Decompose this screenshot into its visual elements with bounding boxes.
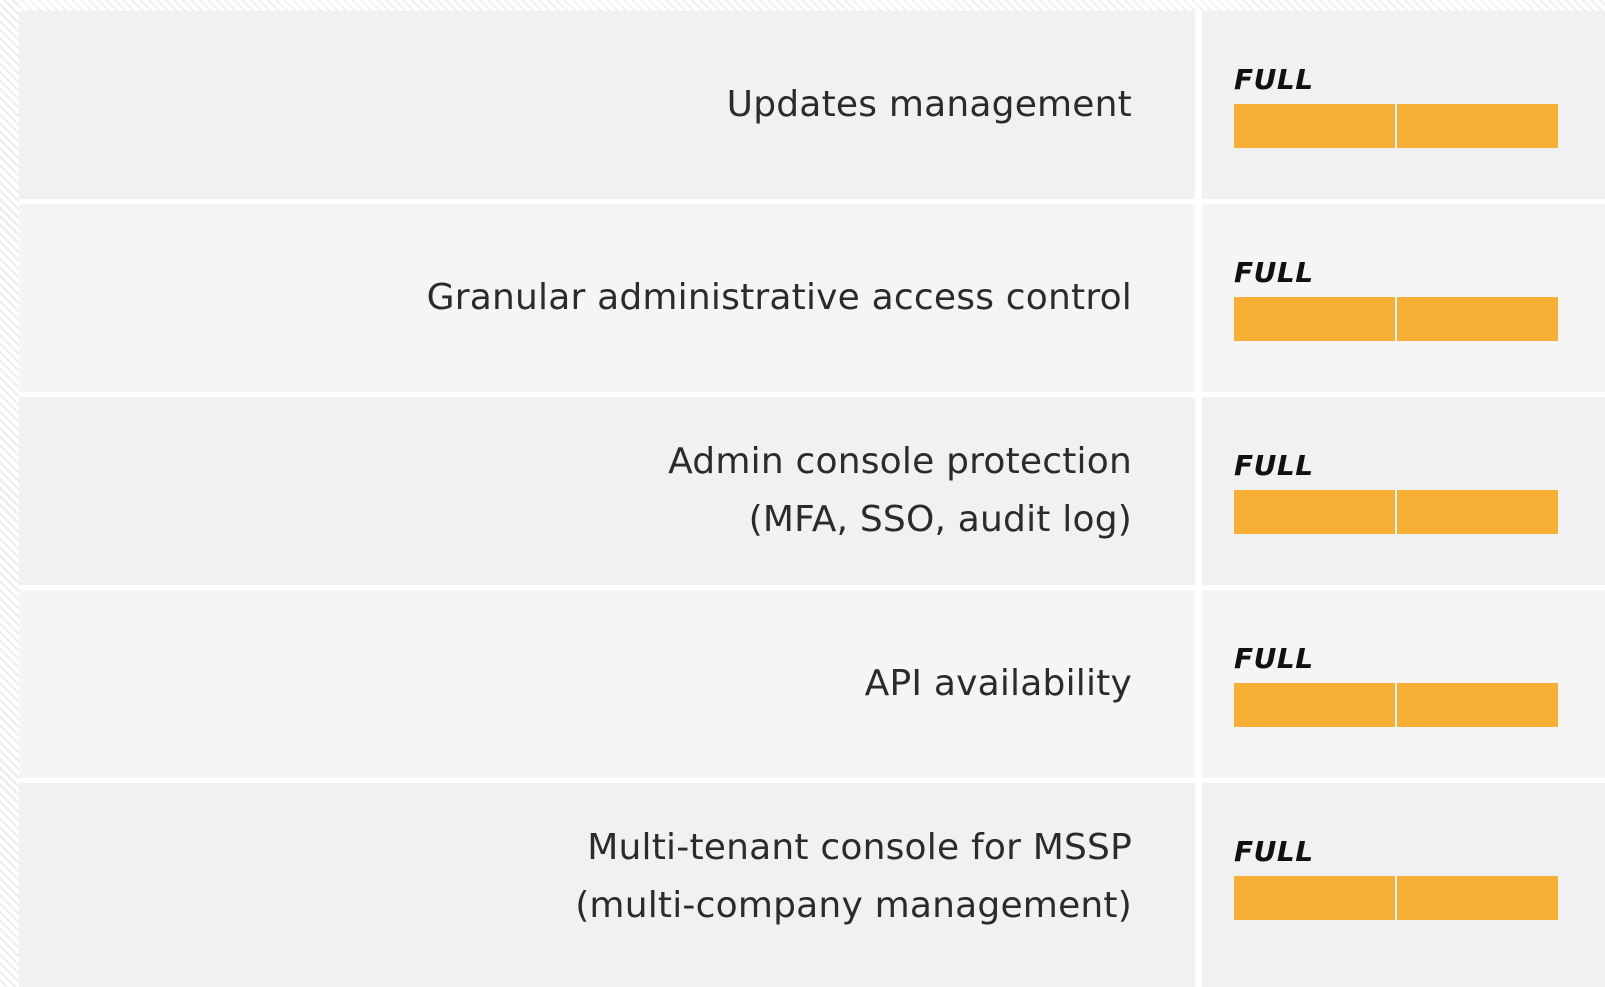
- feature-cell-continuation: [19, 971, 1195, 987]
- rating-cell: FULL: [1202, 204, 1605, 392]
- rating-bar-segment: [1234, 297, 1395, 341]
- rating-cell: FULL: [1202, 397, 1605, 585]
- rating-bar: [1234, 297, 1558, 341]
- rating-cell: FULL: [1202, 783, 1605, 987]
- feature-cell: API availability: [19, 590, 1195, 778]
- feature-label: Updates management: [726, 84, 1132, 125]
- feature-comparison-table: Updates management FULL Granular adminis…: [19, 11, 1605, 987]
- hatched-top-border: [0, 0, 1605, 11]
- rating-cell: FULL: [1202, 590, 1605, 778]
- rating-bar: [1234, 490, 1558, 534]
- comparison-table-page: Updates management FULL Granular adminis…: [0, 0, 1605, 987]
- rating-cell: FULL: [1202, 11, 1605, 199]
- table-row: Granular administrative access control F…: [19, 204, 1605, 392]
- rating-label: FULL: [1234, 63, 1314, 96]
- feature-label: Admin console protection (MFA, SSO, audi…: [668, 441, 1132, 540]
- table-row: Admin console protection (MFA, SSO, audi…: [19, 397, 1605, 585]
- feature-cell: Granular administrative access control: [19, 204, 1195, 392]
- rating-bar-segment: [1397, 683, 1558, 727]
- hatched-left-border: [0, 0, 19, 987]
- rating-label: FULL: [1234, 835, 1314, 868]
- rating-bar-segment: [1234, 490, 1395, 534]
- feature-cell: Admin console protection (MFA, SSO, audi…: [19, 397, 1195, 585]
- rating-bar-segment: [1397, 297, 1558, 341]
- rating-bar-segment: [1234, 683, 1395, 727]
- rating-bar-segment: [1234, 104, 1395, 148]
- rating-bar-segment: [1234, 876, 1395, 920]
- table-row: Multi-tenant console for MSSP (multi-com…: [19, 783, 1605, 987]
- feature-label: Multi-tenant console for MSSP (multi-com…: [575, 827, 1132, 926]
- rating-label: FULL: [1234, 642, 1314, 675]
- feature-cell: Updates management: [19, 11, 1195, 199]
- table-row: API availability FULL: [19, 590, 1605, 778]
- rating-bar: [1234, 104, 1558, 148]
- rating-bar: [1234, 876, 1558, 920]
- feature-label: API availability: [864, 663, 1132, 704]
- table-row: Updates management FULL: [19, 11, 1605, 199]
- feature-label: Granular administrative access control: [426, 277, 1132, 318]
- rating-bar-segment: [1397, 490, 1558, 534]
- rating-bar-segment: [1397, 876, 1558, 920]
- rating-label: FULL: [1234, 256, 1314, 289]
- rating-bar-segment: [1397, 104, 1558, 148]
- feature-cell: Multi-tenant console for MSSP (multi-com…: [19, 783, 1195, 971]
- rating-label: FULL: [1234, 449, 1314, 482]
- rating-bar: [1234, 683, 1558, 727]
